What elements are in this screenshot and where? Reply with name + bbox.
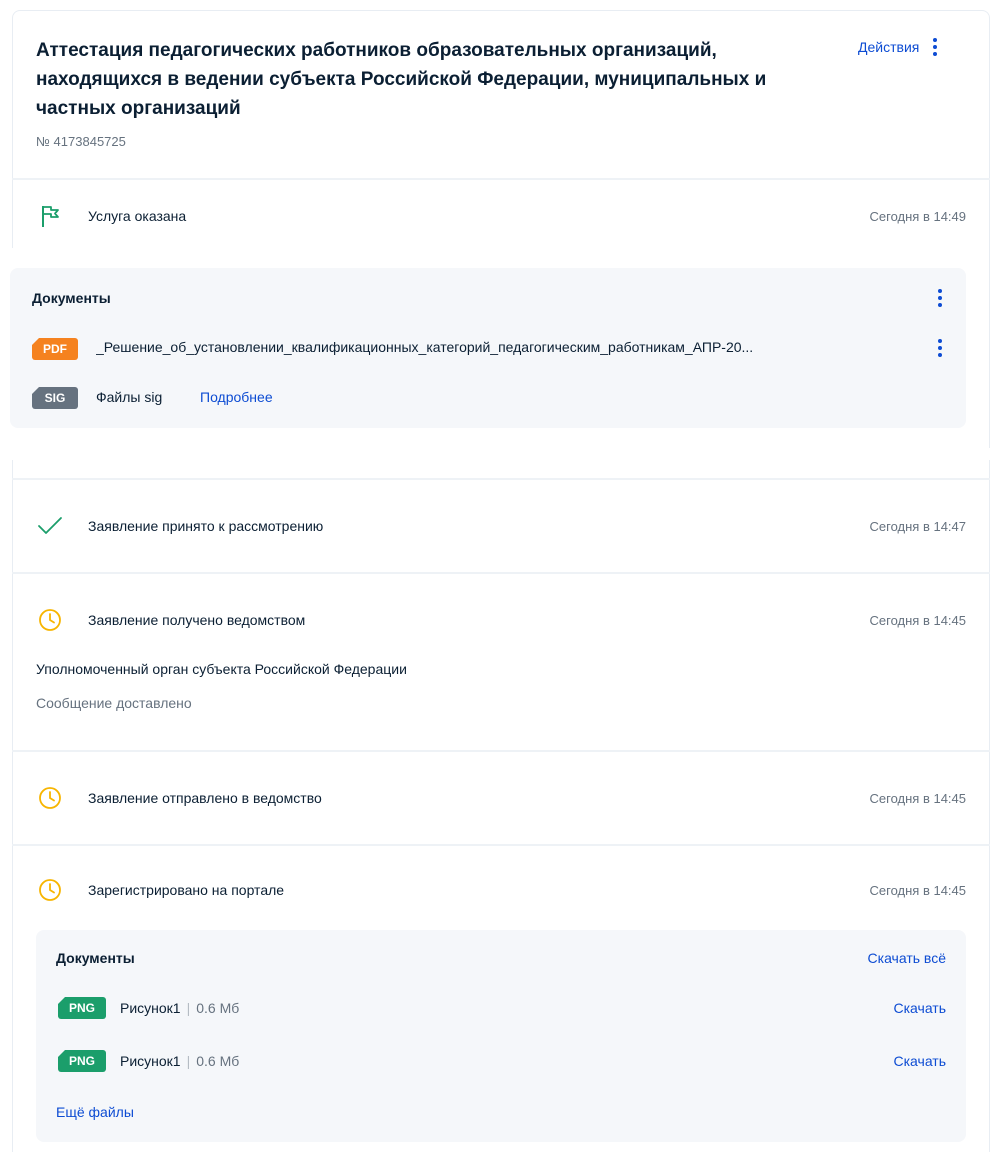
status-row-sent: Заявление отправлено в ведомство Сегодня…	[12, 778, 990, 818]
pdf-file-name[interactable]: _Решение_об_установлении_квалификационны…	[96, 339, 916, 355]
more-files-link[interactable]: Ещё файлы	[56, 1104, 134, 1120]
divider	[12, 572, 990, 574]
order-number: № 4173845725	[36, 134, 126, 149]
more-details-link[interactable]: Подробнее	[200, 389, 273, 405]
file-name: Рисунок1	[120, 1053, 181, 1069]
status-row-registered: Зарегистрировано на портале Сегодня в 14…	[12, 870, 990, 910]
receiving-authority: Уполномоченный орган субъекта Российской…	[36, 661, 407, 677]
download-all-link[interactable]: Скачать всё	[868, 950, 946, 966]
kebab-menu-icon[interactable]	[931, 38, 939, 56]
download-link[interactable]: Скачать	[894, 1053, 947, 1069]
documents-title: Документы	[32, 290, 111, 306]
status-row-service-provided: Услуга оказана Сегодня в 14:49	[12, 196, 990, 236]
png-badge: PNG	[58, 1050, 106, 1072]
png-badge: PNG	[58, 997, 106, 1019]
sig-files-label: Файлы sig	[96, 389, 163, 405]
status-time: Сегодня в 14:45	[869, 612, 966, 628]
file-item[interactable]: Рисунок1 | 0.6 Мб	[120, 1053, 239, 1069]
card-border	[989, 248, 990, 448]
result-documents-panel: Документы PDF _Решение_об_установлении_к…	[10, 268, 966, 428]
separator: |	[186, 1053, 191, 1069]
divider	[12, 478, 990, 480]
file-menu-icon[interactable]	[936, 339, 944, 357]
documents-menu-icon[interactable]	[936, 289, 944, 307]
file-size: 0.6 Мб	[196, 1000, 240, 1016]
documents-title: Документы	[56, 950, 135, 966]
status-text: Заявление отправлено в ведомство	[88, 790, 322, 806]
submitted-documents-panel: Документы Скачать всё PNG Рисунок1 | 0.6 М…	[36, 930, 966, 1142]
check-icon	[36, 512, 64, 540]
status-text: Зарегистрировано на портале	[88, 882, 285, 898]
clock-icon	[36, 606, 64, 634]
file-size: 0.6 Мб	[196, 1053, 240, 1069]
status-time: Сегодня в 14:45	[869, 790, 966, 806]
actions-label[interactable]: Действия	[858, 39, 919, 55]
clock-icon	[36, 784, 64, 812]
flag-icon	[36, 202, 64, 230]
delivery-status: Сообщение доставлено	[36, 695, 192, 711]
clock-icon	[36, 876, 64, 904]
status-time: Сегодня в 14:49	[869, 208, 966, 224]
file-name: Рисунок1	[120, 1000, 181, 1016]
page-title: Аттестация педагогических работников обр…	[36, 40, 767, 119]
status-text: Заявление получено ведомством	[88, 612, 306, 628]
divider	[12, 178, 990, 180]
pdf-badge: PDF	[32, 338, 78, 360]
separator: |	[186, 1000, 191, 1016]
sig-badge: SIG	[32, 387, 78, 409]
status-time: Сегодня в 14:45	[869, 882, 966, 898]
file-item[interactable]: Рисунок1 | 0.6 Мб	[120, 1000, 239, 1016]
divider	[12, 844, 990, 846]
status-text: Заявление принято к рассмотрению	[88, 518, 324, 534]
divider	[12, 750, 990, 752]
actions-menu[interactable]: Действия	[858, 38, 939, 56]
status-row-accepted: Заявление принято к рассмотрению Сегодня…	[12, 506, 990, 546]
status-text: Услуга оказана	[88, 208, 187, 224]
status-time: Сегодня в 14:47	[869, 518, 966, 534]
status-row-received: Заявление получено ведомством Сегодня в …	[12, 600, 990, 640]
download-link[interactable]: Скачать	[894, 1000, 947, 1016]
